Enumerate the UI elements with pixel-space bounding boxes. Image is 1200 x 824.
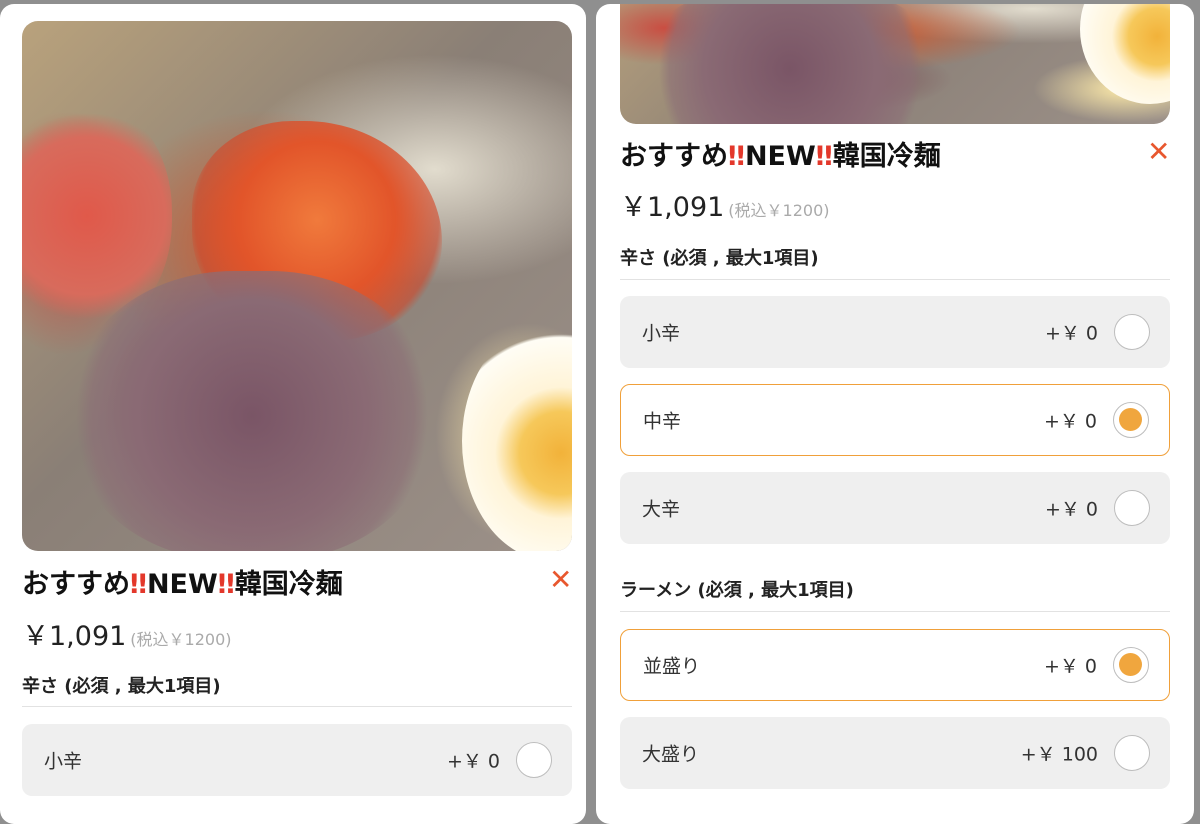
option-price: +￥ 0 (1043, 410, 1097, 433)
item-title: おすすめ‼NEW‼韓国冷麺 (22, 569, 343, 600)
option-label: 大盛り (642, 743, 700, 766)
item-title: おすすめ‼NEW‼韓国冷麺 (620, 141, 941, 172)
tax-included-price: (税込￥1200) (130, 630, 232, 649)
radio-button-selected[interactable] (1113, 647, 1149, 683)
divider (620, 279, 1170, 280)
option-row-selected[interactable]: 中辛 +￥ 0 (620, 384, 1170, 456)
close-icon[interactable]: ✕ (549, 566, 572, 594)
right-item-modal: おすすめ‼NEW‼韓国冷麺 ✕ ￥1,091 (税込￥1200) 辛さ (必須 ,… (596, 4, 1194, 824)
option-label: 小辛 (44, 750, 83, 773)
section-spiciness-heading: 辛さ (必須 , 最大1項目) (620, 248, 819, 269)
option-label: 中辛 (643, 410, 682, 433)
radio-button[interactable] (1114, 490, 1150, 526)
option-price: +￥ 0 (1044, 498, 1098, 521)
divider (22, 706, 572, 707)
section-spiciness-heading: 辛さ (必須 , 最大1項目) (22, 676, 221, 697)
radio-button-selected[interactable] (1113, 402, 1149, 438)
option-price: +￥ 0 (446, 750, 500, 773)
item-price: ￥1,091 (税込￥1200) (22, 621, 232, 652)
item-photo (620, 4, 1170, 124)
option-row[interactable]: 大辛 +￥ 0 (620, 472, 1170, 544)
option-price: +￥ 100 (1020, 743, 1098, 766)
option-row[interactable]: 小辛 +￥ 0 (620, 296, 1170, 368)
option-row[interactable]: 大盛り +￥ 100 (620, 717, 1170, 789)
section-ramen-heading: ラーメン (必須 , 最大1項目) (620, 580, 854, 601)
option-label: 大辛 (642, 498, 681, 521)
item-price: ￥1,091 (税込￥1200) (620, 192, 830, 223)
left-item-modal: おすすめ‼NEW‼韓国冷麺 ✕ ￥1,091 (税込￥1200) 辛さ (必須 ,… (0, 4, 586, 824)
option-label: 並盛り (643, 655, 701, 678)
radio-button[interactable] (516, 742, 552, 778)
tax-included-price: (税込￥1200) (728, 201, 830, 220)
option-price: +￥ 0 (1044, 322, 1098, 345)
divider (620, 611, 1170, 612)
option-label: 小辛 (642, 322, 681, 345)
close-icon[interactable]: ✕ (1147, 138, 1170, 166)
item-photo (22, 21, 572, 551)
radio-button[interactable] (1114, 314, 1150, 350)
option-row[interactable]: 小辛 +￥ 0 (22, 724, 572, 796)
option-price: +￥ 0 (1043, 655, 1097, 678)
radio-button[interactable] (1114, 735, 1150, 771)
option-row-selected[interactable]: 並盛り +￥ 0 (620, 629, 1170, 701)
